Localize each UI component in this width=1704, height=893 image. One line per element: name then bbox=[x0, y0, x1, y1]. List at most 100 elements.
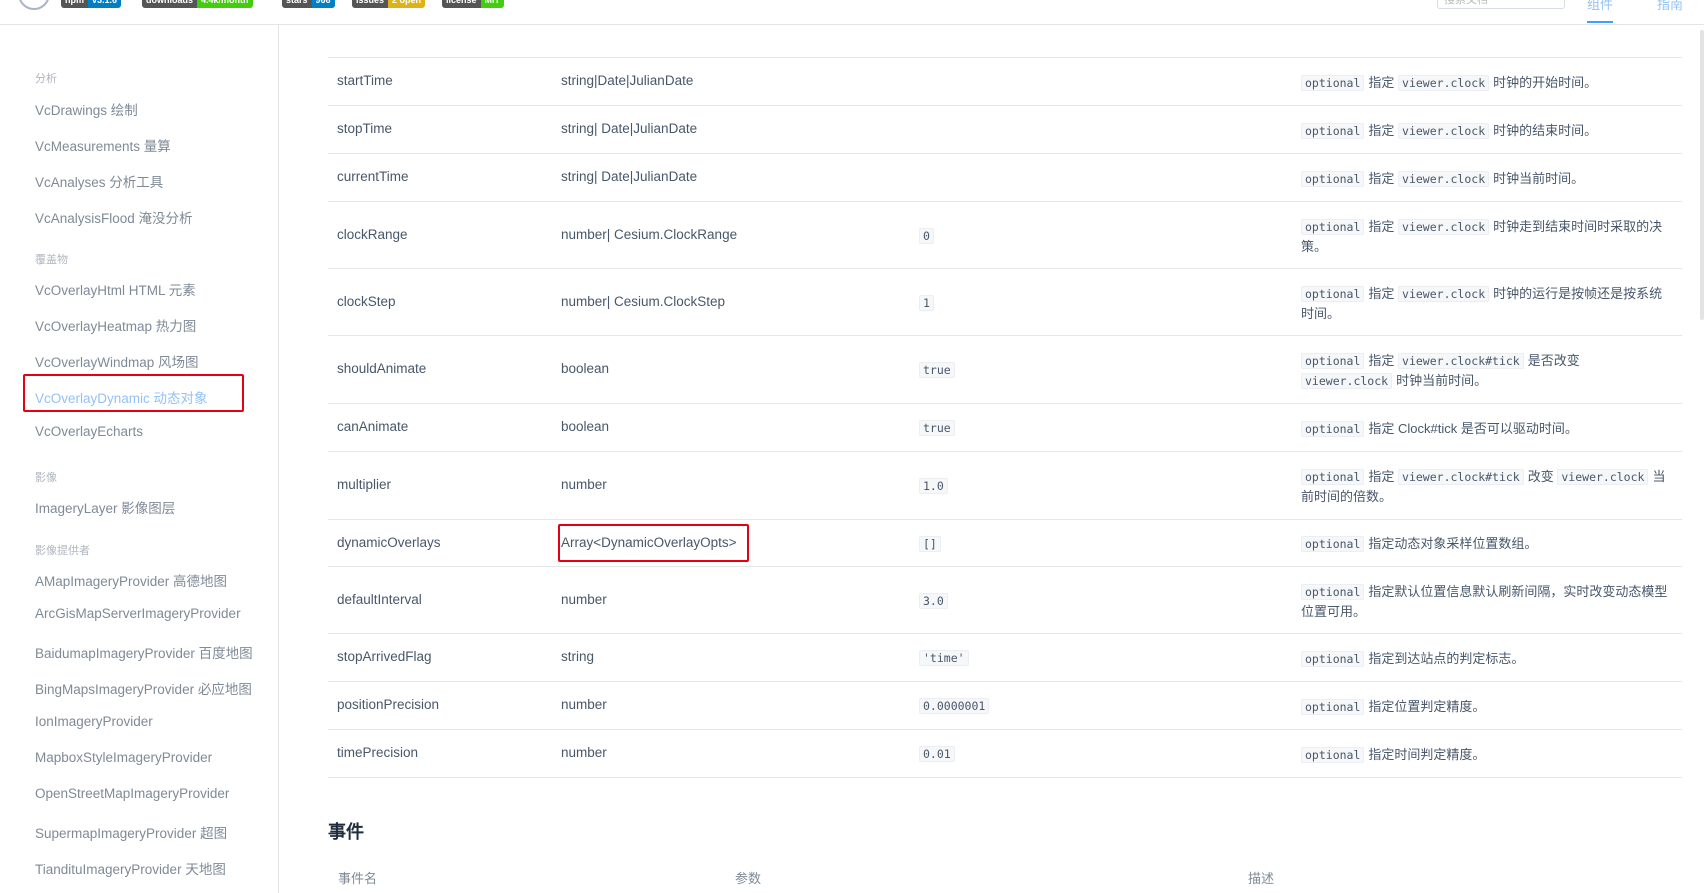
nav-components[interactable]: 组件 bbox=[1587, 0, 1613, 13]
badge-stars[interactable]: stars 966 bbox=[282, 0, 335, 8]
inline-code: optional bbox=[1301, 122, 1365, 139]
prop-description: optional 指定 viewer.clock 时钟的运行是按帧还是按系统时间。 bbox=[1301, 284, 1671, 323]
prop-type: boolean bbox=[561, 361, 610, 376]
inline-code: optional bbox=[1301, 469, 1365, 485]
inline-code: viewer.clock bbox=[1301, 373, 1393, 389]
sidebar-item-mapboxstyle[interactable]: MapboxStyleImageryProvider bbox=[35, 750, 212, 765]
desc-text: 指定时间判定精度。 bbox=[1368, 746, 1486, 762]
sidebar-item-openstreetmap[interactable]: OpenStreetMapImageryProvider bbox=[35, 786, 229, 801]
sidebar-item-amap[interactable]: AMapImageryProvider 高德地图 bbox=[35, 570, 227, 590]
events-header-name: 事件名 bbox=[338, 871, 378, 886]
prop-name: stopTime bbox=[337, 121, 393, 136]
prop-type: number| Cesium.ClockStep bbox=[561, 293, 726, 309]
prop-description: optional 指定 viewer.clock 时钟当前时间。 bbox=[1301, 169, 1671, 189]
sidebar-item-baidumap[interactable]: BaidumapImageryProvider 百度地图 bbox=[35, 642, 253, 662]
desc-text: 指定 bbox=[1368, 469, 1395, 484]
highlight-box-sidebar bbox=[23, 374, 244, 412]
sidebar-item-vcoverlayhtml[interactable]: VcOverlayHtml HTML 元素 bbox=[35, 279, 196, 299]
badge-key: stars bbox=[282, 0, 312, 8]
sidebar-item-vcoverlayheatmap[interactable]: VcOverlayHeatmap 热力图 bbox=[35, 315, 196, 335]
inline-code: viewer.clock bbox=[1398, 74, 1490, 91]
logo-icon[interactable] bbox=[18, 0, 50, 10]
sidebar-item-vcoverlaywindmap[interactable]: VcOverlayWindmap 风场图 bbox=[35, 351, 199, 371]
inline-code: viewer.clock bbox=[1398, 218, 1490, 235]
sidebar-group-imagery: 影像 bbox=[35, 472, 57, 484]
badge-issues[interactable]: issues 2 open bbox=[352, 0, 426, 8]
sidebar-item-vcanalyses[interactable]: VcAnalyses 分析工具 bbox=[35, 171, 163, 191]
desc-text: 指定动态对象采样位置数组。 bbox=[1368, 536, 1538, 551]
prop-name: timePrecision bbox=[337, 745, 419, 760]
scrollbar-thumb[interactable] bbox=[1700, 30, 1704, 320]
table-row: clockRange number| Cesium.ClockRange 0 opti… bbox=[328, 202, 1682, 269]
desc-text: 指定 bbox=[1368, 74, 1395, 90]
prop-type: number bbox=[561, 591, 607, 607]
prop-description: optional 指定 Clock#tick 是否可以驱动时间。 bbox=[1301, 419, 1671, 439]
inline-code: optional bbox=[1301, 650, 1365, 667]
desc-text: 指定 Clock#tick 是否可以驱动时间。 bbox=[1368, 420, 1578, 436]
prop-type: number| Cesium.ClockRange bbox=[561, 226, 738, 242]
highlight-box-type bbox=[558, 524, 749, 562]
prop-default: 0.0000001 bbox=[919, 698, 990, 714]
prop-default: 0.01 bbox=[919, 746, 955, 762]
prop-name: canAnimate bbox=[337, 419, 409, 434]
prop-name: clockStep bbox=[337, 293, 396, 309]
badge-downloads[interactable]: downloads 4.4k/month bbox=[142, 0, 253, 8]
sidebar-item-vcmeasurements[interactable]: VcMeasurements 量算 bbox=[35, 135, 171, 155]
table-row: defaultInterval number 3.0 optional 指定默认位置信息… bbox=[328, 567, 1682, 634]
prop-name: stopArrivedFlag bbox=[337, 649, 432, 664]
inline-code: optional bbox=[1301, 746, 1365, 763]
sidebar-item-bingmaps[interactable]: BingMapsImageryProvider 必应地图 bbox=[35, 678, 252, 698]
table-row: timePrecision number 0.01 optional 指定时间判定精度。 bbox=[328, 730, 1682, 778]
desc-text: 时钟当前时间。 bbox=[1396, 373, 1488, 388]
sidebar-item-ion[interactable]: IonImageryProvider bbox=[35, 714, 153, 729]
sidebar-item-vcoverlayecharts[interactable]: VcOverlayEcharts bbox=[35, 424, 143, 439]
desc-text: 指定到达站点的判定标志。 bbox=[1368, 650, 1525, 666]
badge-license[interactable]: license MIT bbox=[442, 0, 505, 8]
sidebar-group-imagery-providers: 影像提供者 bbox=[35, 545, 90, 557]
table-row: stopArrivedFlag string 'time' optional 指定到达站… bbox=[328, 634, 1682, 682]
nav-active-indicator bbox=[1587, 21, 1613, 23]
badge-value: MIT bbox=[480, 0, 505, 8]
inline-code: optional bbox=[1301, 74, 1365, 91]
badge-key: downloads bbox=[142, 0, 197, 8]
inline-code: viewer.clock bbox=[1398, 122, 1490, 139]
prop-name: currentTime bbox=[337, 169, 409, 184]
prop-type: string| Date|JulianDate bbox=[561, 121, 698, 136]
sidebar-item-supermap[interactable]: SupermapImageryProvider 超图 bbox=[35, 822, 227, 842]
prop-name: defaultInterval bbox=[337, 591, 422, 607]
prop-name: shouldAnimate bbox=[337, 361, 427, 376]
desc-text: 指定 bbox=[1368, 122, 1395, 138]
sidebar-item-tianditu[interactable]: TiandituImageryProvider 天地图 bbox=[35, 858, 226, 878]
inline-code: optional bbox=[1301, 218, 1365, 235]
badge-value: v3.1.6 bbox=[88, 0, 122, 8]
prop-type: number bbox=[561, 477, 607, 492]
sidebar-item-imagerylayer[interactable]: ImageryLayer 影像图层 bbox=[35, 497, 175, 517]
desc-text: 时钟当前时间。 bbox=[1493, 170, 1585, 186]
sidebar-item-vcdrawings[interactable]: VcDrawings 绘制 bbox=[35, 99, 138, 119]
prop-name: clockRange bbox=[337, 226, 408, 242]
inline-code: optional bbox=[1301, 170, 1365, 187]
table-row: clockStep number| Cesium.ClockStep 1 option… bbox=[328, 269, 1682, 336]
prop-description: optional 指定位置判定精度。 bbox=[1301, 697, 1671, 717]
search-input[interactable]: 搜索文档 bbox=[1437, 0, 1565, 9]
prop-default: true bbox=[919, 420, 955, 436]
desc-text: 改变 bbox=[1527, 469, 1554, 484]
desc-text: 指定 bbox=[1368, 170, 1395, 186]
inline-code: optional bbox=[1301, 353, 1365, 369]
events-header-desc: 描述 bbox=[1248, 871, 1275, 886]
prop-description: optional 指定默认位置信息默认刷新间隔，实时改变动态模型位置可用。 bbox=[1301, 582, 1671, 621]
inline-code: viewer.clock bbox=[1398, 285, 1490, 302]
prop-description: optional 指定 viewer.clock 时钟走到结束时间时采取的决策。 bbox=[1301, 217, 1671, 256]
prop-name: multiplier bbox=[337, 477, 392, 492]
nav-guide[interactable]: 指南 bbox=[1657, 0, 1683, 13]
prop-type: string bbox=[561, 649, 595, 664]
inline-code: viewer.clock bbox=[1557, 469, 1649, 485]
prop-default: 0 bbox=[919, 227, 934, 244]
sidebar-item-vcanalysisflood[interactable]: VcAnalysisFlood 淹没分析 bbox=[35, 207, 193, 227]
sidebar-item-arcgis[interactable]: ArcGisMapServerImageryProvider bbox=[35, 606, 241, 621]
prop-type: number bbox=[561, 697, 607, 712]
badge-npm[interactable]: npm v3.1.6 bbox=[61, 0, 122, 8]
prop-description: optional 指定 viewer.clock#tick 是否改变 viewer.… bbox=[1301, 351, 1671, 391]
sidebar: 分析 VcDrawings 绘制 VcMeasurements 量算 VcAna… bbox=[0, 25, 279, 893]
desc-text: 指定 bbox=[1368, 353, 1395, 368]
